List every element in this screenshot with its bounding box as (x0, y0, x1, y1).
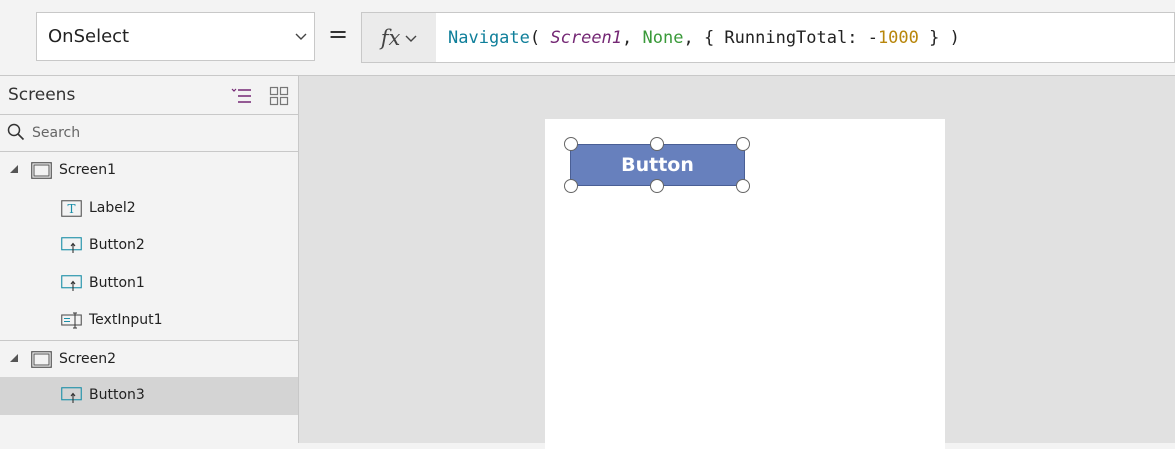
button-control-icon (61, 387, 82, 403)
tree-node-textinput1[interactable]: TextInput1 (0, 302, 298, 340)
property-value: OnSelect (48, 26, 130, 47)
search-icon (7, 123, 25, 141)
expanded-caret-icon[interactable] (9, 164, 19, 174)
tree-title: Screens (8, 85, 76, 105)
chevron-down-icon (405, 35, 417, 42)
tree-node-button2[interactable]: Button2 (0, 227, 298, 265)
tree-node-label: Screen1 (59, 162, 117, 178)
screen-icon (31, 162, 52, 179)
formula-function: Navigate (448, 27, 530, 48)
formula-transition: None (642, 27, 684, 48)
tree-node-label2[interactable]: T Label2 (0, 190, 298, 228)
tree-node-screen2[interactable]: Screen2 (0, 339, 298, 378)
formula-comma: , (622, 27, 643, 48)
search-input[interactable] (32, 121, 282, 145)
fx-button[interactable]: fx (361, 12, 437, 63)
screen-icon (31, 350, 52, 368)
button-control-icon (61, 237, 82, 253)
formula-control-ref: Screen1 (550, 27, 623, 48)
design-canvas: Button (299, 75, 1175, 449)
resize-handle-top-right[interactable] (736, 137, 750, 151)
chevron-down-icon (295, 33, 307, 40)
label-control-icon: T (61, 199, 82, 217)
tree-node-label: Button1 (89, 274, 145, 291)
text-input-control-icon (61, 312, 82, 329)
screen2-canvas[interactable]: Button (545, 119, 945, 449)
fx-icon: fx (380, 25, 401, 50)
resize-handle-bottom-left[interactable] (564, 179, 578, 193)
button-control-icon (61, 274, 82, 291)
tree-node-screen1[interactable]: Screen1 (0, 152, 298, 190)
equals-sign: = (328, 20, 349, 48)
tree-node-label: TextInput1 (89, 312, 163, 328)
property-dropdown[interactable]: OnSelect (36, 12, 315, 61)
resize-handle-top-center[interactable] (650, 137, 664, 151)
formula-bar: OnSelect = fx Navigate( Screen1, None, {… (0, 0, 1175, 75)
tree-node-label: Screen2 (59, 350, 117, 367)
formula-close: } ) (918, 27, 960, 48)
tree-node-button1[interactable]: Button1 (0, 265, 298, 303)
thumbnail-view-icon[interactable] (269, 86, 289, 106)
resize-handle-bottom-center[interactable] (650, 179, 664, 193)
formula-record: , { RunningTotal: - (683, 27, 878, 48)
tree-node-label: Label2 (89, 199, 136, 216)
tree-list-view-icon[interactable] (231, 86, 253, 106)
resize-handle-top-left[interactable] (564, 137, 578, 151)
tree-node-button3[interactable]: Button3 (0, 377, 298, 415)
resize-handle-bottom-right[interactable] (736, 179, 750, 193)
formula-paren: ( (529, 27, 551, 48)
svg-text:T: T (67, 202, 75, 216)
tree-header: Screens (0, 76, 298, 115)
formula-input[interactable]: Navigate( Screen1, None, { RunningTotal:… (436, 12, 1175, 63)
tree-search (0, 115, 298, 152)
formula-number: 1000 (877, 27, 919, 48)
expanded-caret-icon[interactable] (9, 353, 19, 363)
tree-view-panel: Screens Screen1 (0, 75, 299, 443)
tree-node-label: Button3 (89, 387, 145, 403)
tree-node-label: Button2 (89, 237, 145, 253)
